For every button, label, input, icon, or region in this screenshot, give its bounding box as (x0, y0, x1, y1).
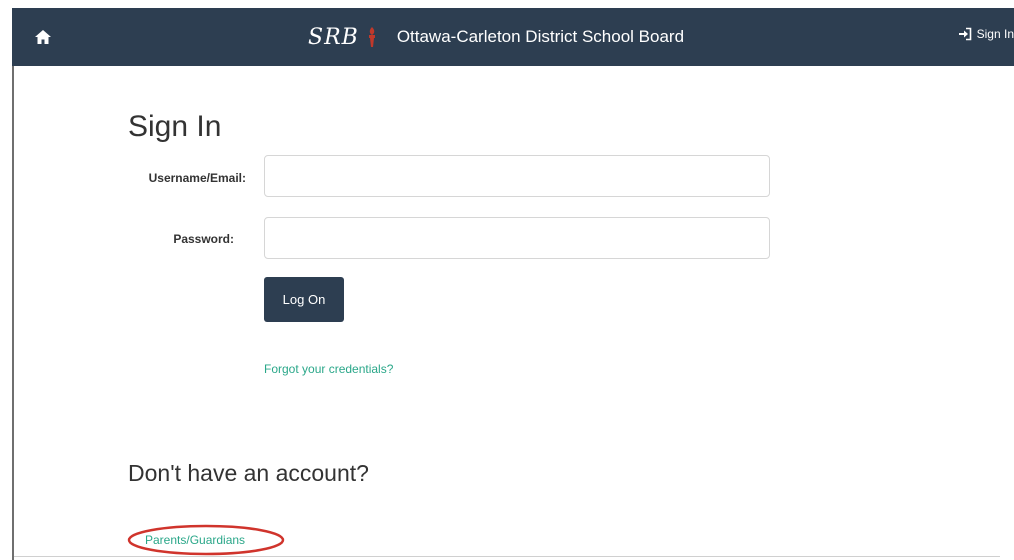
sign-in-icon (958, 27, 971, 41)
page-title: Sign In (128, 110, 222, 143)
no-account-heading: Don't have an account? (128, 460, 369, 486)
forgot-credentials-link[interactable]: Forgot your credentials? (264, 362, 393, 376)
parents-guardians-link[interactable]: Parents/Guardians (145, 533, 245, 547)
site-title: Ottawa-Carleton District School Board (396, 27, 685, 46)
brand-logo: SRB (308, 24, 359, 50)
frame-border (12, 66, 14, 560)
page: SRB Ottawa-Carleton District School Boar… (0, 0, 1014, 560)
home-button[interactable] (32, 26, 54, 48)
log-on-button[interactable]: Log On (264, 277, 344, 322)
torch-logo-icon (368, 27, 375, 47)
nav-signin-link[interactable]: Sign In (958, 27, 1014, 41)
username-input[interactable] (264, 155, 770, 197)
home-icon (35, 30, 51, 44)
brand[interactable]: SRB Ottawa-Carleton District School Boar… (308, 20, 684, 54)
frame-divider (14, 556, 1000, 557)
password-input[interactable] (264, 217, 770, 259)
top-navbar: SRB Ottawa-Carleton District School Boar… (12, 8, 1014, 66)
username-label: Username/Email: (148, 171, 246, 185)
nav-signin-label: Sign In (976, 27, 1014, 41)
password-label: Password: (173, 232, 234, 246)
